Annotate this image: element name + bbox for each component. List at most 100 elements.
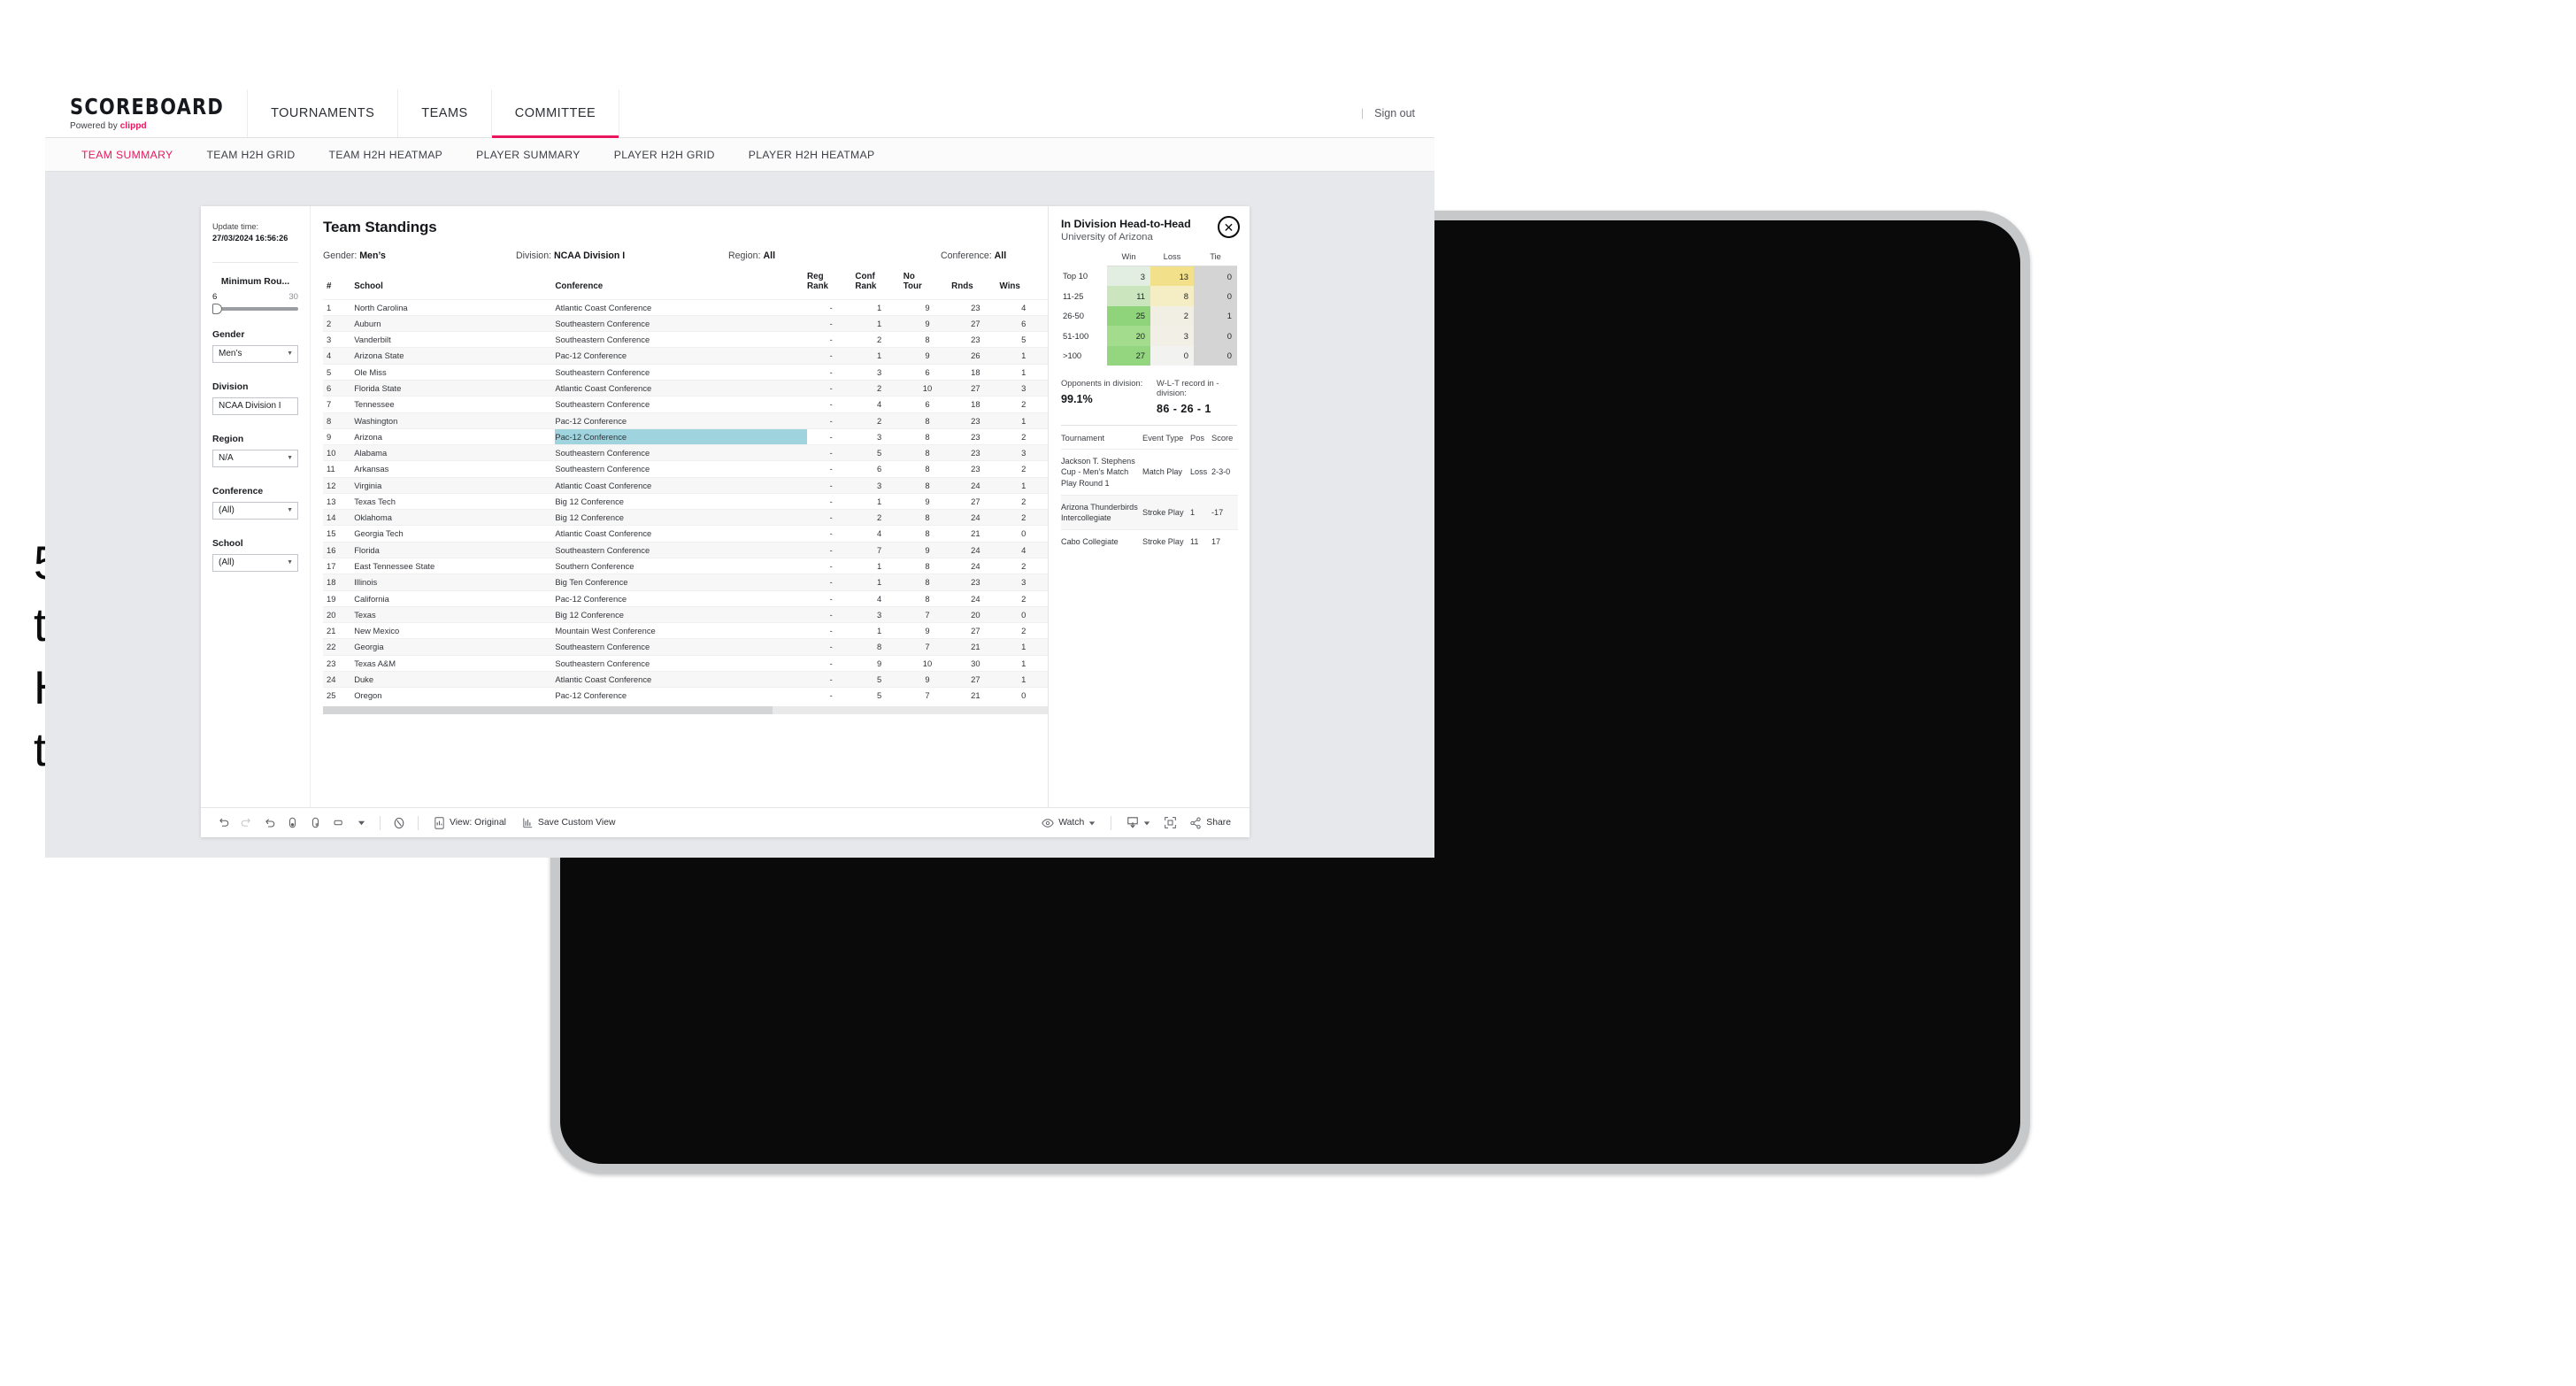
tab-team-summary[interactable]: TEAM SUMMARY — [65, 149, 190, 161]
download-button[interactable] — [1119, 816, 1158, 829]
cell-pos: Loss — [1190, 449, 1211, 496]
cell-no-tour: 9 — [903, 541, 952, 558]
table-row[interactable]: 25 Oregon Pac-12 Conference -5 7 21 0 — [323, 687, 1048, 704]
revert-icon[interactable] — [258, 813, 281, 833]
cell-tournament-name: Cabo Collegiate — [1061, 529, 1142, 554]
filter-region-label: Region — [212, 434, 244, 444]
table-row[interactable]: 11 Arkansas Southeastern Conference -6 8 23 2 — [323, 460, 1048, 478]
table-row[interactable]: 20 Texas Big 12 Conference -3 7 20 0 — [323, 605, 1048, 623]
cell-conference: Southeastern Conference — [555, 331, 808, 348]
chevron-down-icon[interactable] — [350, 813, 373, 833]
chevron-down-icon: ▼ — [287, 350, 293, 358]
filter-division-select[interactable]: NCAA Division I — [212, 397, 298, 415]
col-reg-rank[interactable]: Reg Rank — [807, 272, 855, 299]
table-row[interactable]: 3 Vanderbilt Southeastern Conference -2 8 23 5 — [323, 331, 1048, 348]
col-conference[interactable]: Conference — [555, 272, 807, 299]
save-custom-view-button[interactable]: Save Custom View — [514, 817, 624, 829]
pause-icon[interactable] — [304, 813, 327, 833]
cell-reg-rank: - — [807, 379, 856, 397]
cell-school: Auburn — [354, 314, 556, 332]
horizontal-scrollbar[interactable] — [323, 705, 1048, 714]
scrollbar-thumb[interactable] — [323, 705, 773, 714]
col-no-tour[interactable]: No Tour — [904, 272, 951, 299]
pan-icon[interactable] — [388, 813, 411, 833]
table-row[interactable]: 2 Auburn Southeastern Conference -1 9 27 6 — [323, 314, 1048, 332]
slider-handle[interactable] — [212, 303, 222, 314]
filter-gender-select[interactable]: Men’s ▼ — [212, 344, 298, 363]
table-row[interactable]: 10 Alabama Southeastern Conference -5 8 23 3 — [323, 444, 1048, 461]
rectangle-select-icon[interactable] — [327, 813, 350, 833]
filter-school-select[interactable]: (All) ▼ — [212, 553, 298, 572]
filter-region-value: N/A — [219, 453, 234, 464]
view-original-button[interactable]: View: Original — [426, 816, 514, 829]
nav-tournaments[interactable]: TOURNAMENTS — [248, 89, 399, 137]
brand-sub-name: clippd — [119, 120, 147, 131]
table-row[interactable]: 15 Georgia Tech Atlantic Coast Conference -… — [323, 525, 1048, 543]
filter-conference-select[interactable]: (All) ▼ — [212, 501, 298, 520]
cell-rounds: 18 — [951, 396, 1000, 412]
filter-gender-label: Gender — [212, 329, 245, 340]
cell-reg-rank: - — [807, 460, 856, 478]
cell-rounds: 23 — [951, 298, 1000, 316]
filter-region-select[interactable]: N/A ▼ — [212, 449, 298, 467]
watch-button[interactable]: Watch — [1034, 818, 1103, 828]
watch-label: Watch — [1058, 818, 1085, 828]
table-row[interactable]: 18 Illinois Big Ten Conference -1 8 23 3 — [323, 574, 1048, 591]
table-row[interactable]: 1 North Carolina Atlantic Coast Conference… — [323, 298, 1048, 316]
tab-team-h2h-grid[interactable]: TEAM H2H GRID — [190, 149, 312, 161]
col-school[interactable]: School — [354, 272, 555, 299]
col-rank[interactable]: # — [323, 272, 354, 299]
table-row[interactable]: 23 Texas A&M Southeastern Conference -9 10 30… — [323, 654, 1048, 672]
cell-conference: Pac-12 Conference — [555, 589, 808, 607]
col-conf-rank[interactable]: Conf Rank — [855, 272, 903, 299]
cell-reg-rank: - — [807, 476, 856, 494]
cell-no-tour: 6 — [903, 396, 952, 412]
sign-out-link[interactable]: Sign out — [1374, 107, 1415, 119]
nav-teams[interactable]: TEAMS — [398, 89, 492, 137]
cell-reg-rank: - — [807, 605, 856, 623]
save-custom-view-label: Save Custom View — [537, 818, 616, 828]
table-row[interactable]: 7 Tennessee Southeastern Conference -4 6 18 2 — [323, 396, 1048, 412]
table-row[interactable]: 16 Florida Southeastern Conference -7 9 24 4 — [323, 541, 1048, 558]
table-row[interactable]: 17 East Tennessee State Southern Conferenc… — [323, 558, 1048, 574]
cell-no-tour: 10 — [903, 379, 952, 397]
refresh-icon[interactable] — [281, 813, 304, 833]
cell-conf-rank: 1 — [855, 492, 904, 510]
table-row[interactable]: 24 Duke Atlantic Coast Conference -5 9 27 1 — [323, 670, 1048, 688]
cell-school: Georgia — [354, 638, 556, 656]
tab-player-summary[interactable]: PLAYER SUMMARY — [459, 149, 597, 161]
table-row[interactable]: 5 Ole Miss Southeastern Conference -3 6 18 1 — [323, 363, 1048, 381]
table-row[interactable]: 21 New Mexico Mountain West Conference -1 9 2… — [323, 622, 1048, 639]
cell-reg-rank: - — [807, 347, 856, 365]
tab-player-h2h-grid[interactable]: PLAYER H2H GRID — [597, 149, 732, 161]
table-row[interactable]: 13 Texas Tech Big 12 Conference -1 9 27 2 — [323, 492, 1048, 510]
tab-team-h2h-heatmap[interactable]: TEAM H2H HEATMAP — [312, 149, 460, 161]
h2h-heatmap-table: Win Loss Tie Top 10 3 13 0 11-25 11 8 0 26-50 25 2… — [1061, 252, 1237, 366]
col-wins[interactable]: Wins — [1000, 272, 1048, 299]
cell-rounds: 23 — [951, 412, 1000, 429]
cell-conference: Atlantic Coast Conference — [555, 525, 808, 543]
table-row[interactable]: 14 Oklahoma Big 12 Conference -2 8 24 2 — [323, 509, 1048, 526]
summary-region-value: All — [763, 250, 776, 261]
share-button[interactable]: Share — [1181, 817, 1239, 829]
cell-score: 17 — [1211, 529, 1238, 554]
table-row[interactable]: 6 Florida State Atlantic Coast Conference -… — [323, 379, 1048, 397]
fullscreen-icon[interactable] — [1158, 813, 1181, 833]
undo-icon[interactable] — [211, 813, 235, 833]
table-row[interactable]: 9 Arizona Pac-12 Conference -3 8 23 2 — [323, 427, 1048, 445]
cell-conf-rank: 5 — [855, 444, 904, 461]
table-row[interactable]: 22 Georgia Southeastern Conference -8 7 21 1 — [323, 638, 1048, 656]
table-row[interactable]: 4 Arizona State Pac-12 Conference -1 9 26 1 — [323, 347, 1048, 365]
minimum-rounds-slider[interactable] — [212, 303, 298, 314]
cell-conf-rank: 3 — [855, 427, 904, 445]
cell-conf-rank: 1 — [855, 298, 904, 316]
redo-icon[interactable] — [235, 813, 258, 833]
cell-wins: 4 — [999, 541, 1048, 558]
close-icon[interactable]: ✕ — [1218, 216, 1240, 238]
table-row[interactable]: 19 California Pac-12 Conference -4 8 24 2 — [323, 589, 1048, 607]
tab-player-h2h-heatmap[interactable]: PLAYER H2H HEATMAP — [732, 149, 892, 161]
col-rounds[interactable]: Rnds — [951, 272, 999, 299]
nav-committee[interactable]: COMMITTEE — [491, 89, 620, 138]
table-row[interactable]: 8 Washington Pac-12 Conference -2 8 23 1 — [323, 412, 1048, 429]
table-row[interactable]: 12 Virginia Atlantic Coast Conference -3 8 24… — [323, 476, 1048, 494]
